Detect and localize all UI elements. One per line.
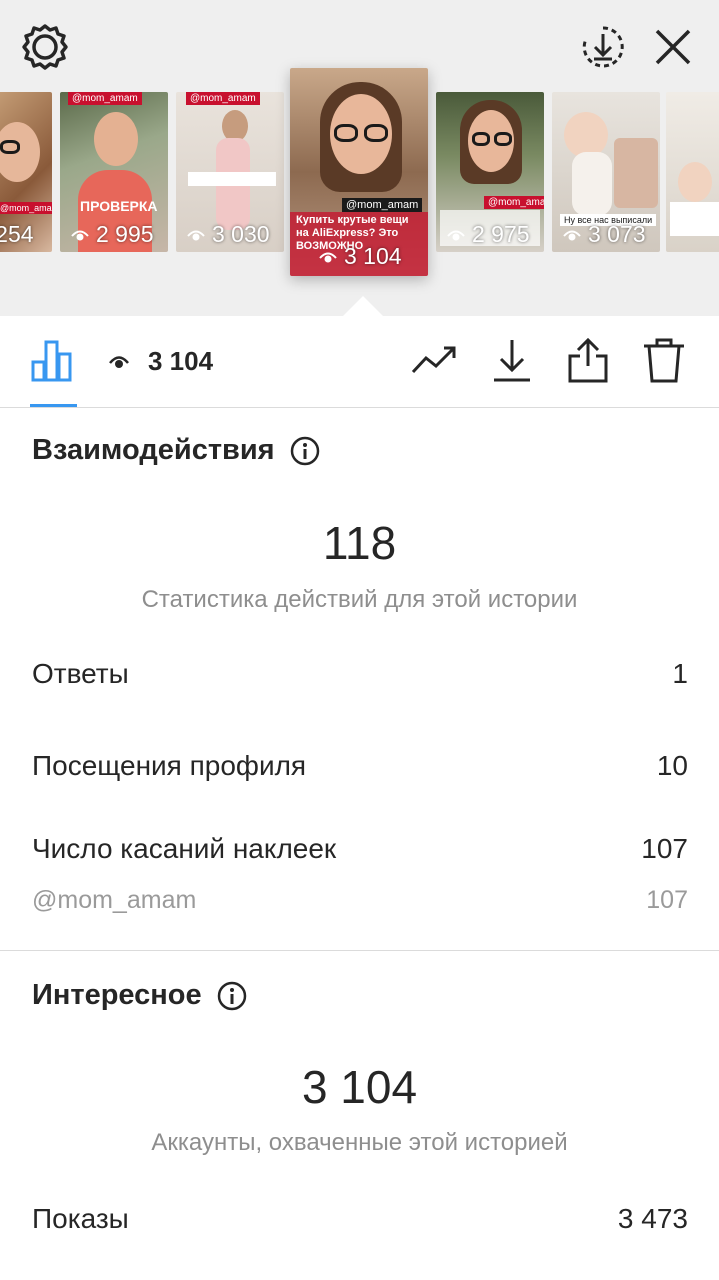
trend-icon[interactable] xyxy=(410,336,458,384)
story-tag: @mom_amam xyxy=(342,198,423,212)
stat-row-sticker-taps: Число касаний наклеек 107 xyxy=(32,833,688,865)
stat-row-replies: Ответы 1 xyxy=(32,658,688,690)
discovery-total: 3 104 xyxy=(301,1061,418,1113)
story-thumbnail-selected[interactable]: @mom_amam Купить крутые вещи на AliExpre… xyxy=(290,68,428,276)
stat-label: Показы xyxy=(32,1203,129,1234)
story-thumbnail[interactable]: Ну все нас выписали 3 073 xyxy=(552,92,660,252)
story-tag: @mom_amam xyxy=(0,202,52,214)
stat-value: 107 xyxy=(641,833,688,864)
story-thumbnail[interactable]: @mom_amam 3 254 xyxy=(0,92,52,252)
selected-story-pointer xyxy=(343,296,383,316)
stat-label: @mom_amam xyxy=(32,886,197,914)
download-icon[interactable] xyxy=(488,336,536,384)
stat-row-mention[interactable]: @mom_amam 107 xyxy=(32,886,688,915)
stat-label: Ответы xyxy=(32,658,129,689)
stat-value: 107 xyxy=(646,886,688,914)
story-views: 2 975 xyxy=(446,221,530,248)
discovery-title: Интересное xyxy=(32,979,202,1011)
bar-chart-icon[interactable] xyxy=(28,336,76,384)
interactions-header: Взаимодействия xyxy=(32,434,321,467)
share-icon[interactable] xyxy=(564,336,612,384)
info-icon[interactable] xyxy=(216,980,248,1012)
story-views: 3 030 xyxy=(186,221,270,248)
info-icon[interactable] xyxy=(289,435,321,467)
discovery-subtitle: Аккаунты, охваченные этой историей xyxy=(151,1129,568,1156)
story-tag: @mom_amam xyxy=(186,92,260,105)
stat-value: 3 473 xyxy=(617,1203,688,1234)
story-thumbnail[interactable]: @mom_amam ПРОВЕРКА 2 995 xyxy=(60,92,168,252)
interactions-subtitle: Статистика действий для этой истории xyxy=(141,586,578,613)
interactions-title: Взаимодействия xyxy=(32,434,275,466)
story-tag: @mom_amam xyxy=(484,196,544,209)
story-views: 3 073 xyxy=(562,221,646,248)
trash-icon[interactable] xyxy=(640,336,688,384)
active-tab-indicator xyxy=(30,404,77,407)
eye-icon xyxy=(187,230,205,240)
stories-header: @mom_amam 3 254 @mom_amam ПРОВЕРКА 2 995… xyxy=(0,0,719,316)
story-views-count: 3 104 xyxy=(108,346,213,377)
story-toolbar: 3 104 xyxy=(0,316,719,408)
eye-icon xyxy=(109,355,129,368)
download-circle-icon[interactable] xyxy=(578,22,628,72)
eye-icon xyxy=(319,252,337,262)
discovery-header: Интересное xyxy=(32,979,248,1012)
eye-icon xyxy=(563,230,581,240)
story-thumbnails-strip[interactable]: @mom_amam 3 254 @mom_amam ПРОВЕРКА 2 995… xyxy=(0,68,719,288)
settings-gear-icon[interactable] xyxy=(20,22,70,72)
story-views: 3 104 xyxy=(318,243,402,270)
stat-value: 10 xyxy=(656,750,688,781)
story-views: 2 995 xyxy=(70,221,154,248)
eye-icon xyxy=(71,230,89,240)
eye-icon xyxy=(447,230,465,240)
story-tag: @mom_amam xyxy=(68,92,142,105)
story-thumbnail[interactable]: @mom_amam 2 975 xyxy=(436,92,544,252)
stat-row-profile-visits: Посещения профиля 10 xyxy=(32,750,688,782)
stat-label: Посещения профиля xyxy=(32,750,307,781)
story-thumbnail[interactable] xyxy=(666,92,719,252)
story-caption: ПРОВЕРКА xyxy=(80,198,158,214)
stat-row-impressions: Показы 3 473 xyxy=(32,1203,688,1235)
story-views: 3 254 xyxy=(0,221,34,247)
close-icon[interactable] xyxy=(648,22,698,72)
stat-value: 1 xyxy=(672,658,688,689)
interactions-total: 118 xyxy=(322,517,397,569)
story-thumbnail[interactable]: @mom_amam 3 030 xyxy=(176,92,284,252)
stat-label: Число касаний наклеек xyxy=(32,833,337,864)
section-divider xyxy=(0,950,719,951)
